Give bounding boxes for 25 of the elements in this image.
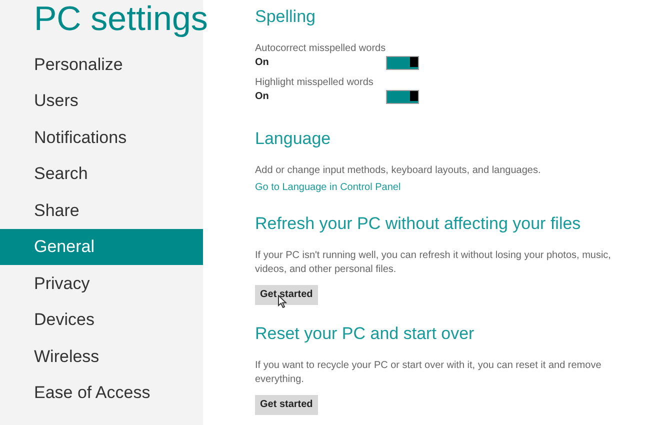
get-started-button[interactable]: Get started — [255, 284, 318, 304]
sidebar-item[interactable]: Wireless — [0, 338, 203, 374]
sidebar-item[interactable]: Ease of Access — [0, 374, 203, 411]
sidebar-item[interactable]: Share — [0, 192, 203, 228]
section-title: Language — [255, 128, 332, 150]
toggle-switch[interactable] — [386, 90, 419, 104]
toggle-state: On — [255, 56, 270, 70]
sidebar-item[interactable]: Users — [0, 82, 203, 119]
sidebar-item[interactable]: Privacy — [0, 265, 203, 302]
toggle-state: On — [255, 90, 270, 104]
sidebar-item[interactable]: Devices — [0, 302, 203, 338]
section-description: If your PC isn't running well, you can refresh it without losing your photos, music, videos, and other personal files. — [255, 249, 612, 277]
toggle-switch[interactable] — [386, 56, 419, 70]
sidebar-item[interactable]: General — [0, 228, 203, 265]
section-title: Reset your PC and start over — [255, 323, 476, 345]
section-title: Refresh your PC without affecting your files — [255, 213, 582, 235]
sidebar-item[interactable]: Notifications — [0, 119, 203, 156]
setting-label: Highlight misspelled words — [255, 76, 374, 90]
sidebar-item[interactable]: Search — [0, 156, 203, 192]
setting-label: Autocorrect misspelled words — [255, 42, 387, 56]
section-description: Add or change input methods, keyboard layouts, and languages. — [255, 164, 542, 178]
section-description: If you want to recycle your PC or start over with it, you can reset it and remove everything. — [255, 359, 602, 387]
get-started-button[interactable]: Get started — [255, 394, 318, 414]
sidebar-item[interactable]: Personalize — [0, 46, 203, 82]
section-title: Spelling — [255, 6, 316, 28]
